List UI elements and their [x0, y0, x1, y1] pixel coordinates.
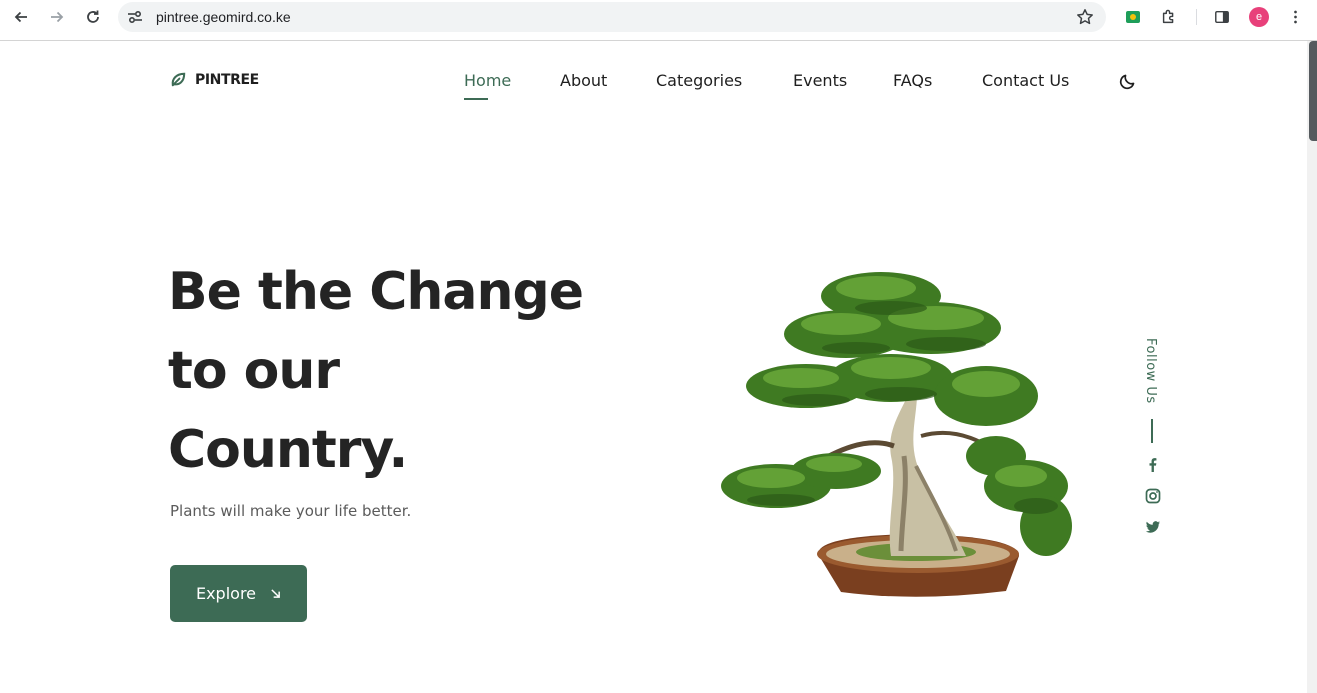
nav-contact[interactable]: Contact Us [982, 71, 1069, 90]
address-bar[interactable]: pintree.geomird.co.ke [118, 2, 1106, 32]
nav-events[interactable]: Events [793, 71, 847, 90]
site-settings-icon[interactable] [126, 9, 144, 25]
side-panel-icon[interactable] [1212, 7, 1232, 27]
url-text[interactable]: pintree.geomird.co.ke [156, 9, 291, 25]
hero-title-line-2: to our [168, 341, 340, 401]
forward-arrow-icon [51, 11, 64, 23]
profile-avatar[interactable]: e [1249, 7, 1269, 27]
reload-icon [87, 10, 99, 23]
explore-button-label: Explore [195, 584, 257, 603]
browser-toolbar: pintree.geomird.co.ke e [0, 0, 1317, 34]
hero-title-line-1: Be the Change [168, 262, 584, 322]
toolbar-divider [1196, 9, 1197, 25]
bookmark-star-icon[interactable] [1076, 8, 1094, 26]
nav-about[interactable]: About [560, 71, 607, 90]
menu-kebab-icon[interactable] [1285, 7, 1305, 27]
back-button[interactable] [8, 5, 34, 29]
facebook-icon[interactable] [1144, 456, 1161, 473]
extensions-puzzle-icon[interactable] [1159, 7, 1179, 27]
twitter-icon[interactable] [1144, 518, 1161, 535]
reload-button[interactable] [80, 5, 106, 29]
extension-icon[interactable] [1123, 7, 1143, 27]
moon-icon[interactable] [1118, 71, 1138, 91]
nav-categories[interactable]: Categories [656, 71, 742, 90]
instagram-icon[interactable] [1144, 487, 1161, 504]
back-arrow-icon [14, 11, 27, 23]
arrow-down-right-icon [271, 589, 280, 598]
follow-divider-line [1151, 419, 1153, 443]
forward-button[interactable] [44, 5, 70, 29]
explore-button[interactable]: Explore [170, 565, 307, 622]
bonsai-tree-image [721, 272, 1072, 597]
follow-us-label: Follow Us [1143, 338, 1158, 404]
toolbar-border [0, 40, 1317, 41]
green-extension-icon [1126, 11, 1140, 23]
hero-subtitle: Plants will make your life better. [170, 502, 412, 520]
nav-home[interactable]: Home [464, 71, 511, 90]
active-nav-indicator [464, 98, 488, 100]
hero-title-line-3: Country. [168, 420, 408, 480]
hero-title: Be the Change to our Country. [168, 253, 638, 490]
nav-faqs[interactable]: FAQs [893, 71, 932, 90]
